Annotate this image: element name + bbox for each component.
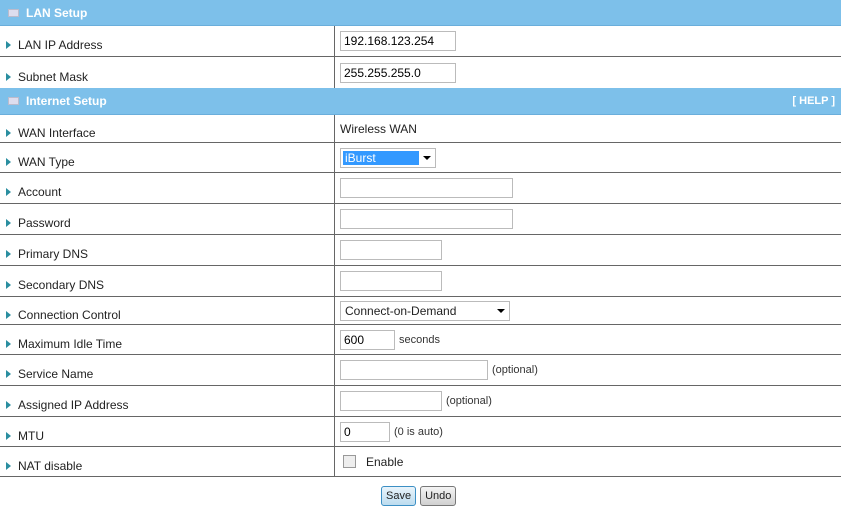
save-button[interactable]: Save (381, 486, 417, 506)
label: MTU (18, 428, 44, 443)
service-name-row: Service Name (optional) (0, 355, 841, 386)
arrow-icon (6, 157, 11, 166)
idle-time-row: Maximum Idle Time seconds (0, 325, 841, 355)
assigned-ip-input[interactable] (340, 391, 442, 411)
chevron-down-icon (423, 155, 431, 160)
section-icon (8, 97, 19, 105)
help-link[interactable]: [ HELP ] (792, 95, 835, 107)
unit-label: seconds (399, 333, 440, 346)
label: Maximum Idle Time (18, 336, 123, 351)
optional-note: (optional) (446, 395, 492, 407)
arrow-icon (6, 128, 11, 137)
mtu-input[interactable] (340, 421, 390, 442)
connection-control-row: Connection Control Connect-on-Demand (0, 297, 841, 325)
label: LAN IP Address (18, 38, 103, 52)
arrow-icon (6, 41, 11, 49)
account-input[interactable] (340, 178, 513, 198)
selected-value: Connect-on-Demand (345, 303, 457, 318)
arrow-icon (6, 72, 11, 81)
label: Assigned IP Address (18, 398, 129, 412)
arrow-icon (6, 461, 11, 470)
label: Subnet Mask (18, 69, 89, 84)
mtu-row: MTU (0 is auto) (0, 417, 841, 447)
label: WAN Interface (18, 125, 96, 140)
nat-enable-checkbox[interactable] (343, 455, 356, 468)
section-icon (8, 8, 19, 17)
password-input[interactable] (340, 209, 513, 229)
secondary-dns-input[interactable] (340, 271, 442, 291)
label: Secondary DNS (18, 278, 105, 292)
mtu-note: (0 is auto) (394, 425, 443, 438)
wan-interface-value: Wireless WAN (340, 121, 417, 136)
section-title: LAN Setup (26, 5, 88, 20)
idle-time-input[interactable] (340, 329, 395, 350)
arrow-icon (6, 339, 11, 348)
subnet-mask-input[interactable] (340, 62, 456, 83)
arrow-icon (6, 401, 11, 409)
primary-dns-input[interactable] (340, 240, 442, 260)
service-name-input[interactable] (340, 360, 488, 380)
arrow-icon (6, 250, 11, 258)
account-row: Account (0, 173, 841, 204)
section-title: Internet Setup (26, 94, 107, 108)
chevron-down-icon (497, 308, 505, 313)
undo-button[interactable]: Undo (420, 486, 457, 506)
primary-dns-row: Primary DNS (0, 235, 841, 266)
arrow-icon (6, 370, 11, 378)
label: Connection Control (18, 307, 121, 322)
connection-control-select[interactable]: Connect-on-Demand (340, 300, 510, 321)
arrow-icon (6, 188, 11, 196)
label: Service Name (18, 367, 94, 381)
subnet-row: Subnet Mask (0, 57, 841, 88)
label: Primary DNS (18, 247, 89, 261)
checkbox-label: Enable (366, 454, 404, 469)
wan-interface-row: WAN Interface Wireless WAN (0, 115, 841, 143)
arrow-icon (6, 219, 11, 227)
label: Password (18, 216, 71, 230)
internet-setup-header: Internet Setup [ HELP ] (0, 88, 841, 115)
assigned-ip-row: Assigned IP Address (optional) (0, 386, 841, 417)
label: NAT disable (18, 458, 83, 473)
lan-ip-input[interactable] (340, 31, 456, 51)
lan-ip-row: LAN IP Address (0, 26, 841, 57)
wan-type-select[interactable]: iBurst (340, 147, 436, 168)
label: WAN Type (18, 154, 75, 169)
wan-type-row: WAN Type iBurst (0, 143, 841, 173)
password-row: Password (0, 204, 841, 235)
arrow-icon (6, 431, 11, 440)
lan-setup-header: LAN Setup (0, 0, 841, 26)
selected-value: iBurst (343, 150, 419, 165)
label: Account (18, 185, 62, 199)
arrow-icon (6, 281, 11, 289)
arrow-icon (6, 310, 11, 319)
optional-note: (optional) (492, 364, 538, 376)
secondary-dns-row: Secondary DNS (0, 266, 841, 297)
nat-disable-row: NAT disable Enable (0, 447, 841, 477)
